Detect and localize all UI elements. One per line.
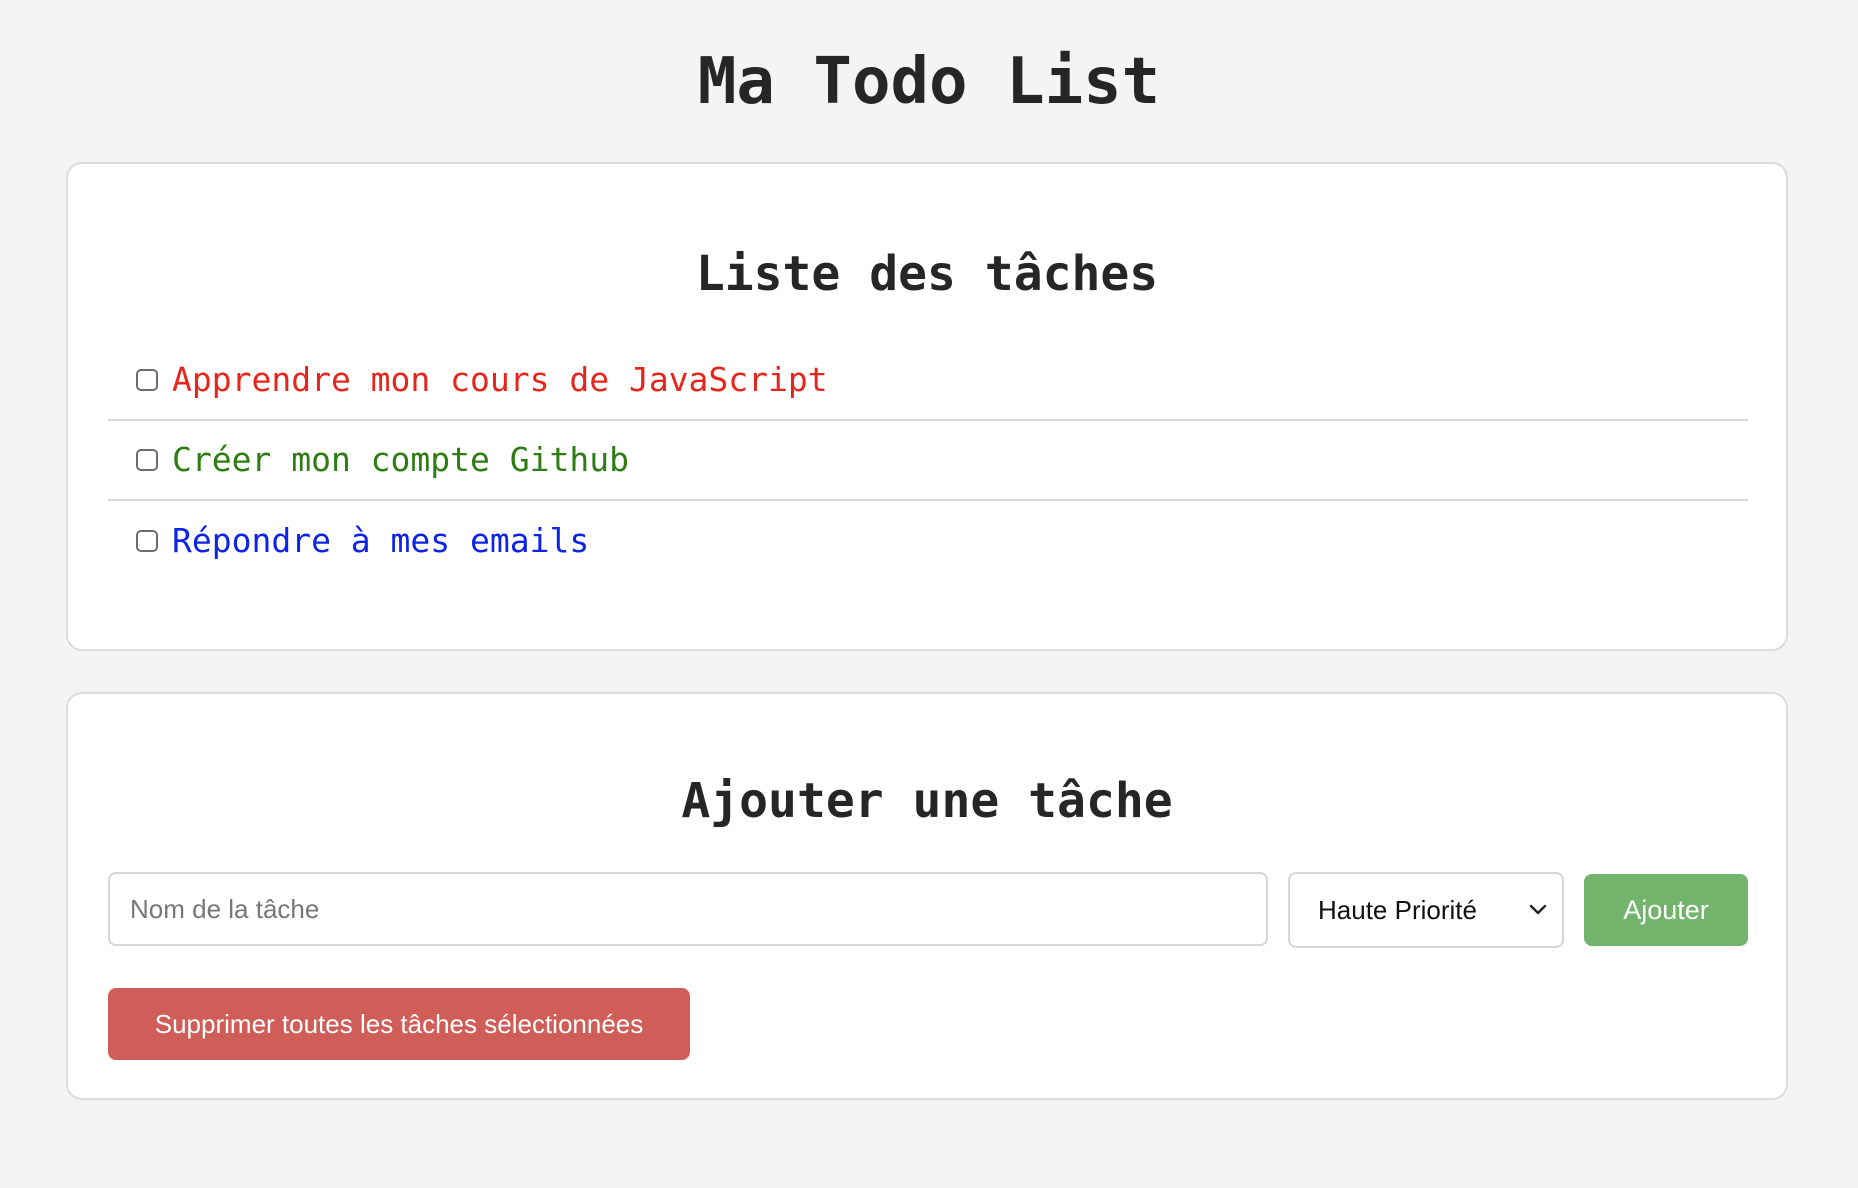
task-label: Apprendre mon cours de JavaScript	[172, 360, 828, 399]
add-task-title: Ajouter une tâche	[681, 773, 1173, 829]
list-item: Répondre à mes emails	[108, 501, 1748, 581]
list-item: Créer mon compte Github	[108, 421, 1748, 501]
task-list-card: Liste des tâches Apprendre mon cours de …	[66, 162, 1788, 651]
delete-selected-button[interactable]: Supprimer toutes les tâches sélectionnée…	[108, 988, 690, 1060]
add-task-card: Ajouter une tâche Haute Priorité Ajouter…	[66, 692, 1788, 1100]
task-list: Apprendre mon cours de JavaScript Créer …	[108, 341, 1748, 581]
add-button[interactable]: Ajouter	[1584, 874, 1748, 946]
chevron-down-icon	[1529, 904, 1547, 915]
task-name-input[interactable]	[108, 872, 1268, 946]
page-title: Ma Todo List	[697, 45, 1161, 119]
task-label: Répondre à mes emails	[172, 521, 590, 560]
task-list-title: Liste des tâches	[695, 246, 1159, 302]
task-checkbox[interactable]	[136, 449, 158, 471]
list-item: Apprendre mon cours de JavaScript	[108, 341, 1748, 421]
priority-select[interactable]: Haute Priorité	[1288, 872, 1564, 948]
task-checkbox[interactable]	[136, 530, 158, 552]
task-checkbox[interactable]	[136, 369, 158, 391]
task-label: Créer mon compte Github	[172, 440, 629, 479]
priority-selected-value: Haute Priorité	[1318, 894, 1477, 925]
